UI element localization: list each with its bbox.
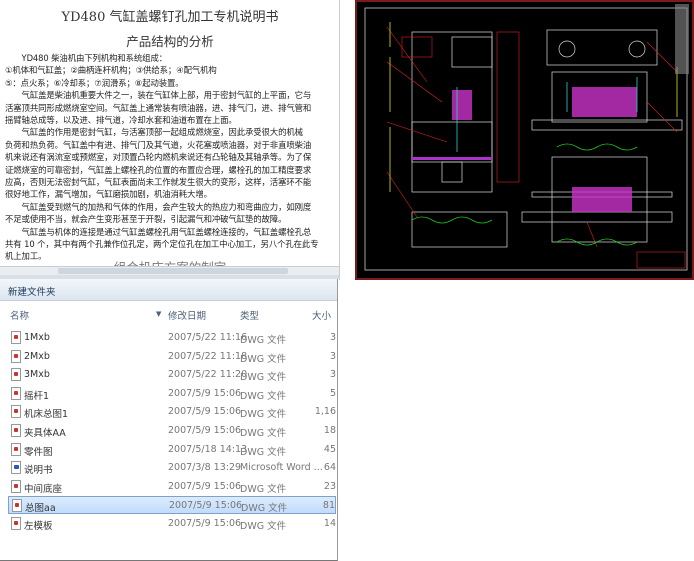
file-type: DWG 文件 — [240, 390, 287, 402]
file-type: DWG 文件 — [240, 446, 287, 458]
file-type: DWG 文件 — [240, 372, 287, 384]
document-line: 共有 10 个，其中有两个孔兼作位孔定，两个定位孔在加工中心加工，另八个孔在此专 — [5, 239, 319, 249]
sort-dropdown-icon[interactable]: ▼ — [156, 310, 161, 318]
file-name: 零件图 — [24, 446, 53, 458]
file-name: 夹具体AA — [24, 428, 66, 439]
file-date: 2007/5/9 15:06 — [168, 406, 242, 418]
document-line: 气缸盖受到燃气的加热和气体的作用，会产生较大的热应力和弯曲应力，如刚度 — [5, 201, 312, 212]
file-type: DWG 文件 — [241, 503, 288, 515]
document-line: 应高，否则无法密封气缸，气缸表面尚未工作就发生很大的变形，这样，活塞环不能 — [5, 177, 312, 187]
file-date: 2007/5/9 15:06 — [168, 387, 242, 399]
file-name: 摇杆1 — [24, 390, 50, 402]
file-type: DWG 文件 — [240, 521, 287, 532]
file-size: 45 — [323, 443, 336, 455]
file-row[interactable]: 说明书 2007/3/8 13:29 Microsoft Word ... 64 — [8, 459, 336, 477]
file-size: 64 — [323, 462, 336, 474]
column-header-size[interactable]: 大小 — [312, 308, 331, 322]
file-row[interactable]: 零件图 2007/5/18 14:13 DWG 文件 45 — [8, 441, 336, 459]
file-type: DWG 文件 — [240, 353, 287, 365]
file-name: 中间底座 — [24, 483, 63, 495]
document-line: ⑤：点火系；⑥冷却系；⑦润滑系；⑧起动装置。 — [5, 77, 184, 88]
file-row[interactable]: 总图aa 2007/5/9 15:06 DWG 文件 81 — [8, 496, 336, 515]
file-row[interactable]: 摇杆1 2007/5/9 15:06 DWG 文件 5 — [8, 385, 336, 403]
file-row[interactable]: 左模板 2007/5/9 15:06 DWG 文件 14 — [8, 515, 336, 533]
column-header-date[interactable]: 修改日期 — [168, 308, 206, 322]
column-headers: 名称 ▼ 修改日期 类型 大小 — [0, 301, 337, 325]
document-line: 摇臂轴总成等，以及进、排气道，冷却水套和油道布置在上面。 — [5, 115, 237, 125]
file-name: 3Mxb — [24, 369, 50, 381]
file-row[interactable]: 机床总图1 2007/5/9 15:06 DWG 文件 1,16 — [8, 403, 336, 421]
file-type: DWG 文件 — [240, 409, 287, 421]
file-size: 3 — [329, 332, 336, 343]
file-date: 2007/5/9 15:06 — [169, 500, 243, 512]
scrollbar-thumb[interactable] — [58, 268, 288, 274]
dwg-file-icon — [11, 349, 21, 363]
file-date: 2007/5/9 15:06 — [168, 518, 242, 529]
document-line: 活塞顶共同形成燃烧室空间。气缸盖上通常装有喷油器，进、排气门，进、排气管和 — [5, 102, 312, 113]
word-document-view: YD480 气缸盖螺钉孔加工专机说明书 产品结构的分析 YD480 柴油机由下列… — [0, 0, 340, 280]
file-size: 18 — [323, 425, 336, 436]
file-date: 2007/5/9 15:06 — [168, 480, 242, 492]
column-header-type[interactable]: 类型 — [240, 308, 259, 322]
file-type: DWG 文件 — [240, 428, 287, 439]
cad-drawing — [364, 4, 689, 271]
document-title: YD480 气缸盖螺钉孔加工专机说明书 — [61, 10, 279, 25]
document-line: 很好地工作，漏气增加，气缸磨损加剧，机油消耗大增。 — [5, 189, 212, 200]
file-size: 23 — [323, 480, 336, 492]
dwg-file-icon — [11, 479, 21, 493]
document-line: 气缸盖的作用是密封气缸，与活塞顶部一起组成燃烧室，因此承受很大的机械 — [5, 127, 303, 138]
file-date: 2007/3/8 13:29 — [168, 462, 242, 474]
file-date: 2007/5/22 11:16 — [168, 332, 248, 343]
file-row[interactable]: 3Mxb 2007/5/22 11:20 DWG 文件 3 — [8, 366, 336, 384]
document-line: 负荷和热负荷。气缸盖中有进、排气门及其气道，火花塞或喷油器，对于非直喷柴油 — [5, 139, 312, 150]
file-row[interactable]: 中间底座 2007/5/9 15:06 DWG 文件 23 — [8, 478, 336, 496]
file-type: DWG 文件 — [240, 335, 287, 346]
file-date: 2007/5/22 11:20 — [168, 369, 248, 381]
file-size: 3 — [329, 350, 336, 362]
file-type: Microsoft Word ... — [240, 462, 323, 474]
document-line: 证燃烧室的可靠密封，气缸盖上螺栓孔的位置的布置应合理，螺栓孔的加工精度要求 — [5, 164, 312, 175]
dwg-file-icon — [12, 499, 22, 513]
dwg-file-icon — [11, 517, 21, 530]
word-file-icon — [11, 461, 21, 475]
file-size: 1,16 — [314, 406, 336, 418]
file-name: 1Mxb — [24, 332, 50, 343]
file-name: 说明书 — [24, 465, 53, 477]
file-row[interactable]: 2Mxb 2007/5/22 11:18 DWG 文件 3 — [8, 348, 336, 366]
file-name: 机床总图1 — [24, 409, 69, 421]
file-date: 2007/5/18 14:13 — [168, 443, 248, 455]
file-size: 5 — [329, 387, 336, 399]
file-row[interactable]: 夹具体AA 2007/5/9 15:06 DWG 文件 18 — [8, 422, 336, 440]
dwg-file-icon — [11, 331, 21, 344]
dwg-file-icon — [11, 405, 21, 419]
document-line: 机来说还有涡流室或预燃室，对顶置凸轮内燃机来说还有凸轮轴及其轴承等。为了保 — [5, 152, 312, 163]
file-size: 3 — [329, 369, 336, 381]
dwg-file-icon — [11, 442, 21, 456]
column-header-name[interactable]: 名称 — [10, 308, 29, 322]
new-folder-button[interactable]: 新建文件夹 — [8, 287, 56, 298]
dwg-file-icon — [11, 424, 21, 437]
file-row[interactable]: 1Mxb 2007/5/22 11:16 DWG 文件 3 — [8, 329, 336, 347]
document-line: 气缸盖与机体的连接是通过气缸盖螺栓孔用气缸盖螺栓连接的，气缸盖螺栓孔总 — [5, 226, 312, 237]
document-line: 气缸盖是柴油机重要大件之一，装在气缸体上部，用于密封气缸的上平面，它与 — [5, 90, 312, 101]
file-name: 总图aa — [25, 503, 56, 515]
toolbar: 新建文件夹 — [0, 279, 337, 301]
document-line: ①机体和气缸盖；②曲柄连杆机构；③供给系；④配气机构 — [5, 65, 217, 76]
file-name: 2Mxb — [24, 350, 50, 362]
file-name: 左模板 — [24, 521, 53, 532]
section-heading: 产品结构的分析 — [126, 34, 214, 49]
dwg-file-icon — [11, 368, 21, 382]
file-date: 2007/5/9 15:06 — [168, 425, 242, 436]
file-size: 81 — [322, 500, 335, 512]
dwg-file-icon — [11, 386, 21, 400]
file-type: DWG 文件 — [240, 483, 287, 495]
horizontal-scrollbar[interactable] — [0, 266, 339, 275]
file-size: 14 — [323, 518, 336, 529]
document-line: YD480 柴油机由下列机构和系统组成： — [5, 53, 168, 63]
file-date: 2007/5/22 11:18 — [168, 350, 248, 362]
cad-drawing-preview — [355, 0, 694, 280]
file-explorer: 新建文件夹 名称 ▼ 修改日期 类型 大小 1Mxb 2007/5/22 11:1… — [0, 279, 338, 561]
document-line: 不足或使用不当，就会产生变形甚至于开裂，引起漏气和冲破气缸垫的故障。 — [5, 214, 287, 225]
